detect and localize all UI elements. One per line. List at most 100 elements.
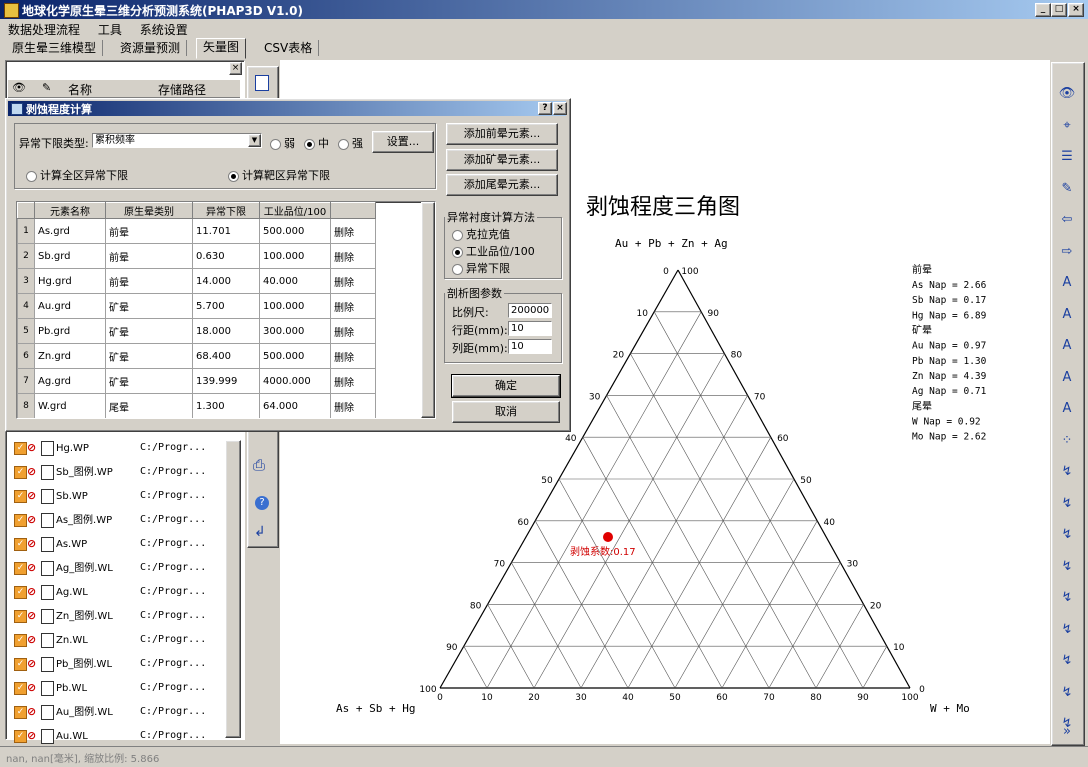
method-grade[interactable]: 工业品位/100: [452, 243, 535, 259]
list-icon[interactable]: ☰: [1054, 145, 1080, 169]
scale-input[interactable]: 200000: [508, 303, 552, 318]
visible-checkbox[interactable]: ✓: [14, 513, 27, 527]
dialog-close-icon[interactable]: ×: [553, 102, 567, 115]
dropdown-arrow-icon[interactable]: ▼: [248, 134, 261, 147]
layer-row[interactable]: ✓ ⊘ As_图例.WP C:/Progr...: [14, 509, 234, 531]
layer-row[interactable]: ✓ ⊘ Zn.WL C:/Progr...: [14, 629, 234, 651]
col-spacing-input[interactable]: 10: [508, 339, 552, 354]
visible-checkbox[interactable]: ✓: [14, 489, 27, 503]
cancel-button[interactable]: 取消: [452, 401, 560, 423]
lock-off-icon[interactable]: ⊘: [27, 461, 39, 483]
table-row[interactable]: 6 Zn.grd 矿晕 68.400 500.000 删除: [17, 343, 376, 369]
table-row[interactable]: 5 Pb.grd 矿晕 18.000 300.000 删除: [17, 318, 376, 344]
pen-icon[interactable]: ✎: [1054, 177, 1080, 201]
table-row[interactable]: 8 W.grd 尾晕 1.300 64.000 删除: [17, 393, 376, 418]
abc-move-icon[interactable]: A: [1054, 303, 1080, 327]
curve-split-icon[interactable]: ↯: [1054, 586, 1080, 610]
curve-edit-icon[interactable]: ↯: [1054, 492, 1080, 516]
delete-link[interactable]: 删除: [330, 218, 376, 244]
abc-color-icon[interactable]: A: [1054, 397, 1080, 421]
curve-add-icon[interactable]: ↯: [1054, 460, 1080, 484]
eye-add-icon[interactable]: 👁: [1054, 82, 1080, 106]
export-icon[interactable]: ↲: [254, 524, 266, 540]
tab-resource[interactable]: 资源量预测: [114, 40, 188, 56]
table-row[interactable]: 4 Au.grd 矿晕 5.700 100.000 删除: [17, 293, 376, 319]
help-icon[interactable]: ?: [255, 496, 269, 510]
delete-link[interactable]: 删除: [330, 243, 376, 269]
layer-row[interactable]: ✓ ⊘ Pb.WL C:/Progr...: [14, 677, 234, 699]
curve-join-icon[interactable]: ↯: [1054, 618, 1080, 642]
lock-off-icon[interactable]: ⊘: [27, 485, 39, 507]
layer-row[interactable]: ✓ ⊘ Au.WL C:/Progr...: [14, 725, 234, 747]
lock-off-icon[interactable]: ⊘: [27, 629, 39, 651]
header-path[interactable]: 存储路径: [158, 81, 206, 98]
calc-target-option[interactable]: 计算靶区异常下限: [228, 167, 330, 183]
delete-link[interactable]: 删除: [330, 318, 376, 344]
lock-off-icon[interactable]: ⊘: [27, 581, 39, 603]
lock-off-icon[interactable]: ⊘: [27, 437, 39, 459]
panel-scrollbar[interactable]: [225, 440, 241, 738]
delete-link[interactable]: 删除: [330, 268, 376, 294]
add-ore-halo-button[interactable]: 添加矿晕元素...: [446, 149, 558, 171]
pencil-icon[interactable]: ✎: [42, 81, 51, 94]
layer-row[interactable]: ✓ ⊘ Au_图例.WL C:/Progr...: [14, 701, 234, 723]
visible-checkbox[interactable]: ✓: [14, 705, 27, 719]
print-icon[interactable]: ⎙: [253, 456, 265, 474]
curve-color-icon[interactable]: ↯: [1054, 649, 1080, 673]
lock-off-icon[interactable]: ⊘: [27, 509, 39, 531]
strength-medium[interactable]: 中: [304, 135, 329, 151]
table-row[interactable]: 7 Ag.grd 矿晕 139.999 4000.000 删除: [17, 368, 376, 394]
tab-vector[interactable]: 矢量图: [196, 38, 247, 59]
visible-checkbox[interactable]: ✓: [14, 681, 27, 695]
layer-row[interactable]: ✓ ⊘ As.WP C:/Progr...: [14, 533, 234, 555]
calc-all-option[interactable]: 计算全区异常下限: [26, 167, 128, 183]
layer-row[interactable]: ✓ ⊘ Sb_图例.WP C:/Progr...: [14, 461, 234, 483]
dots-icon[interactable]: ⁘: [1054, 429, 1080, 453]
panel-close-icon[interactable]: ×: [229, 62, 242, 75]
abc-delete-icon[interactable]: A: [1054, 334, 1080, 358]
table-row[interactable]: 1 As.grd 前晕 11.701 500.000 删除: [17, 218, 376, 244]
strength-strong[interactable]: 强: [338, 135, 363, 151]
curve-cut-icon[interactable]: ↯: [1054, 681, 1080, 705]
row-spacing-input[interactable]: 10: [508, 321, 552, 336]
visible-checkbox[interactable]: ✓: [14, 633, 27, 647]
add-tail-halo-button[interactable]: 添加尾晕元素...: [446, 174, 558, 196]
tab-csv[interactable]: CSV表格: [258, 40, 320, 56]
lock-off-icon[interactable]: ⊘: [27, 533, 39, 555]
header-name[interactable]: 名称: [68, 81, 92, 98]
lock-off-icon[interactable]: ⊘: [27, 557, 39, 579]
lock-off-icon[interactable]: ⊘: [27, 605, 39, 627]
more-tools-icon[interactable]: »: [1054, 720, 1080, 744]
eye-icon[interactable]: 👁: [12, 81, 26, 94]
ok-button[interactable]: 确定: [451, 374, 561, 398]
menu-item-process[interactable]: 数据处理流程: [8, 23, 80, 37]
dialog-help-icon[interactable]: ?: [538, 102, 552, 115]
abc-edit-icon[interactable]: A: [1054, 366, 1080, 390]
visible-checkbox[interactable]: ✓: [14, 441, 27, 455]
page-icon[interactable]: [255, 75, 269, 91]
visible-checkbox[interactable]: ✓: [14, 657, 27, 671]
add-front-halo-button[interactable]: 添加前晕元素...: [446, 123, 558, 145]
lock-off-icon[interactable]: ⊘: [27, 701, 39, 723]
visible-checkbox[interactable]: ✓: [14, 729, 27, 743]
method-lower[interactable]: 异常下限: [452, 260, 510, 276]
close-icon[interactable]: ×: [1068, 3, 1084, 17]
layer-row[interactable]: ✓ ⊘ Ag_图例.WL C:/Progr...: [14, 557, 234, 579]
delete-link[interactable]: 删除: [330, 293, 376, 319]
layer-row[interactable]: ✓ ⊘ Pb_图例.WL C:/Progr...: [14, 653, 234, 675]
arrow-left-icon[interactable]: ⇦: [1054, 208, 1080, 232]
menu-item-settings[interactable]: 系统设置: [140, 23, 188, 37]
lock-off-icon[interactable]: ⊘: [27, 677, 39, 699]
visible-checkbox[interactable]: ✓: [14, 585, 27, 599]
layer-row[interactable]: ✓ ⊘ Sb.WP C:/Progr...: [14, 485, 234, 507]
delete-link[interactable]: 删除: [330, 393, 376, 418]
visible-checkbox[interactable]: ✓: [14, 537, 27, 551]
visible-checkbox[interactable]: ✓: [14, 465, 27, 479]
settings-button[interactable]: 设置...: [372, 131, 434, 153]
visible-checkbox[interactable]: ✓: [14, 561, 27, 575]
delete-link[interactable]: 删除: [330, 343, 376, 369]
lock-off-icon[interactable]: ⊘: [27, 725, 39, 747]
curve-move-icon[interactable]: ↯: [1054, 523, 1080, 547]
layer-row[interactable]: ✓ ⊘ Zn_图例.WL C:/Progr...: [14, 605, 234, 627]
strength-weak[interactable]: 弱: [270, 135, 295, 151]
